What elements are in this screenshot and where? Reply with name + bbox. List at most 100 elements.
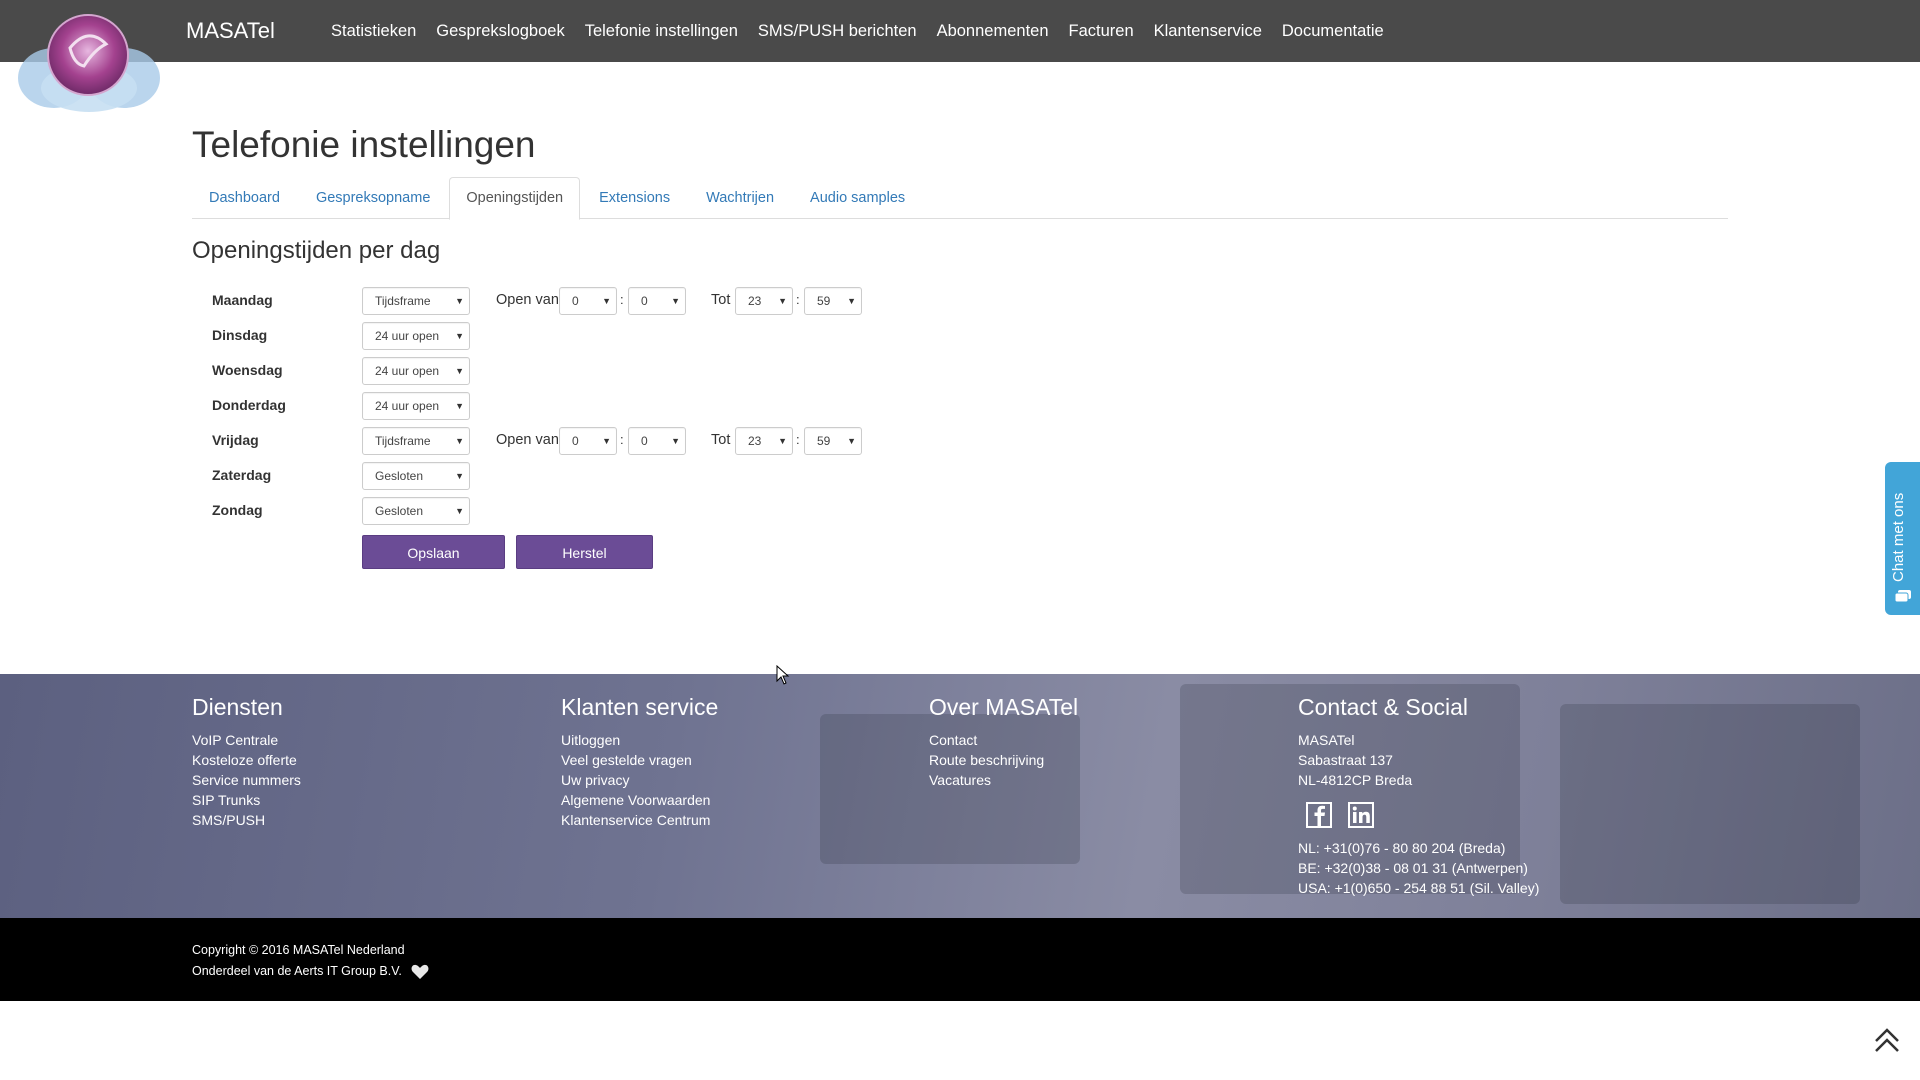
nav-gesprekslogboek[interactable]: Gesprekslogboek [426, 0, 574, 62]
chevron-down-icon: ▼ [455, 506, 464, 516]
mode-select[interactable]: 24 uur open ▼ [362, 392, 470, 420]
save-button[interactable]: Opslaan [362, 535, 505, 569]
chat-icon [1895, 590, 1911, 603]
mode-select[interactable]: Gesloten ▼ [362, 497, 470, 525]
nav-klantenservice[interactable]: Klantenservice [1144, 0, 1272, 62]
day-row-maandag: Maandag Tijdsframe ▼ Open van 0 ▼ : 0 ▼ Tot… [192, 285, 912, 315]
tab-openingstijden[interactable]: Openingstijden [449, 177, 581, 220]
brand-name[interactable]: MASATel [186, 0, 275, 62]
footer-link[interactable]: VoIP Centrale [192, 730, 301, 750]
day-label: Maandag [212, 292, 273, 308]
footer-heading: Klanten service [561, 694, 719, 720]
nav-telefonie-instellingen[interactable]: Telefonie instellingen [575, 0, 748, 62]
nav-facturen[interactable]: Facturen [1059, 0, 1144, 62]
time-colon: : [620, 432, 624, 447]
chevron-down-icon: ▼ [847, 296, 856, 306]
footer-link[interactable]: Vacatures [929, 770, 1078, 790]
day-label: Donderdag [212, 397, 286, 413]
mode-select[interactable]: Tijdsframe ▼ [362, 427, 470, 455]
footer-link[interactable]: Uitloggen [561, 730, 718, 750]
copyright-text: Copyright © 2016 MASATel Nederland Onder… [192, 940, 429, 982]
heart-icon [411, 964, 429, 979]
mode-select[interactable]: 24 uur open ▼ [362, 322, 470, 350]
footer-link[interactable]: Kosteloze offerte [192, 750, 301, 770]
page-title: Telefonie instellingen [192, 124, 536, 165]
facebook-icon[interactable] [1306, 802, 1332, 828]
tab-dashboard[interactable]: Dashboard [192, 177, 297, 218]
to-hour-select[interactable]: 23 ▼ [735, 287, 793, 315]
chevron-down-icon: ▼ [455, 366, 464, 376]
from-hour-select[interactable]: 0 ▼ [559, 287, 617, 315]
footer-over: Over MASATel Contact Route beschrijving … [929, 694, 1078, 790]
chevron-down-icon: ▼ [455, 401, 464, 411]
footer-link[interactable]: Contact [929, 730, 1078, 750]
nav-documentatie[interactable]: Documentatie [1272, 0, 1394, 62]
phone-line: BE: +32(0)38 - 08 01 31 (Antwerpen) [1298, 860, 1528, 876]
footer-link[interactable]: Service nummers [192, 770, 301, 790]
footer-heading: Over MASATel [929, 694, 1079, 720]
footer-diensten: Diensten VoIP Centrale Kosteloze offerte… [192, 694, 301, 830]
part-of-text: Onderdeel van de Aerts IT Group B.V. [192, 964, 402, 978]
footer-link[interactable]: Route beschrijving [929, 750, 1078, 770]
address-line: NL-4812CP Breda [1298, 772, 1413, 788]
to-hour-select[interactable]: 23 ▼ [735, 427, 793, 455]
chevron-down-icon: ▼ [455, 331, 464, 341]
chevron-down-icon: ▼ [671, 296, 680, 306]
nav-abonnementen[interactable]: Abonnementen [927, 0, 1059, 62]
top-navbar: MASATel Statistieken Gesprekslogboek Tel… [0, 0, 1920, 62]
chat-tab[interactable]: Chat met ons [1885, 462, 1920, 615]
chevron-down-icon: ▼ [847, 436, 856, 446]
to-minute-select[interactable]: 59 ▼ [804, 427, 862, 455]
settings-tabs: Dashboard Gespreksopname Openingstijden … [192, 177, 1728, 220]
chevron-down-icon: ▼ [602, 296, 611, 306]
day-row-woensdag: Woensdag 24 uur open ▼ [192, 355, 912, 385]
day-row-zaterdag: Zaterdag Gesloten ▼ [192, 460, 912, 490]
footer-link[interactable]: Algemene Voorwaarden [561, 790, 718, 810]
mode-select[interactable]: Tijdsframe ▼ [362, 287, 470, 315]
chevron-down-icon: ▼ [778, 296, 787, 306]
tab-audio-samples[interactable]: Audio samples [793, 177, 922, 218]
tab-extensions[interactable]: Extensions [582, 177, 687, 218]
time-colon: : [796, 292, 800, 307]
linkedin-icon[interactable] [1348, 802, 1374, 828]
footer-link[interactable]: SMS/PUSH [192, 810, 301, 830]
mode-select[interactable]: 24 uur open ▼ [362, 357, 470, 385]
day-row-dinsdag: Dinsdag 24 uur open ▼ [192, 320, 912, 350]
day-row-donderdag: Donderdag 24 uur open ▼ [192, 390, 912, 420]
from-minute-select[interactable]: 0 ▼ [628, 427, 686, 455]
mode-select[interactable]: Gesloten ▼ [362, 462, 470, 490]
footer-link[interactable]: Klantenservice Centrum [561, 810, 718, 830]
reset-button[interactable]: Herstel [516, 535, 653, 569]
phone-line: USA: +1(0)650 - 254 88 51 (Sil. Valley) [1298, 880, 1540, 896]
day-label: Zondag [212, 502, 263, 518]
chevron-down-icon: ▼ [602, 436, 611, 446]
footer-heading: Diensten [192, 694, 283, 720]
footer-link[interactable]: Uw privacy [561, 770, 718, 790]
until-label: Tot [711, 432, 731, 448]
footer-link[interactable]: SIP Trunks [192, 790, 301, 810]
chat-label: Chat met ons [1890, 492, 1907, 582]
masatel-logo[interactable] [14, 8, 164, 112]
day-label: Zaterdag [212, 467, 272, 483]
footer: Diensten VoIP Centrale Kosteloze offerte… [0, 674, 1920, 918]
from-minute-select[interactable]: 0 ▼ [628, 287, 686, 315]
nav-statistieken[interactable]: Statistieken [321, 0, 426, 62]
to-minute-select[interactable]: 59 ▼ [804, 287, 862, 315]
chevron-down-icon: ▼ [671, 436, 680, 446]
address-line: Sabastraat 137 [1298, 752, 1393, 768]
back-to-top-icon[interactable] [1872, 1025, 1902, 1055]
copyright-bar: Copyright © 2016 MASATel Nederland Onder… [0, 918, 1920, 1001]
chevron-down-icon: ▼ [455, 296, 464, 306]
from-hour-select[interactable]: 0 ▼ [559, 427, 617, 455]
tab-wachtrijen[interactable]: Wachtrijen [689, 177, 791, 218]
address-line: MASATel [1298, 732, 1355, 748]
footer-heading: Contact & Social [1298, 694, 1469, 720]
tab-gespreksopname[interactable]: Gespreksopname [299, 177, 447, 218]
footer-klantenservice: Klanten service Uitloggen Veel gestelde … [561, 694, 718, 830]
footer-link[interactable]: Veel gestelde vragen [561, 750, 718, 770]
phone-line: NL: +31(0)76 - 80 80 204 (Breda) [1298, 840, 1506, 856]
open-from-label: Open van [496, 292, 559, 308]
nav-sms-push[interactable]: SMS/PUSH berichten [748, 0, 927, 62]
day-label: Dinsdag [212, 327, 268, 343]
chevron-down-icon: ▼ [455, 471, 464, 481]
